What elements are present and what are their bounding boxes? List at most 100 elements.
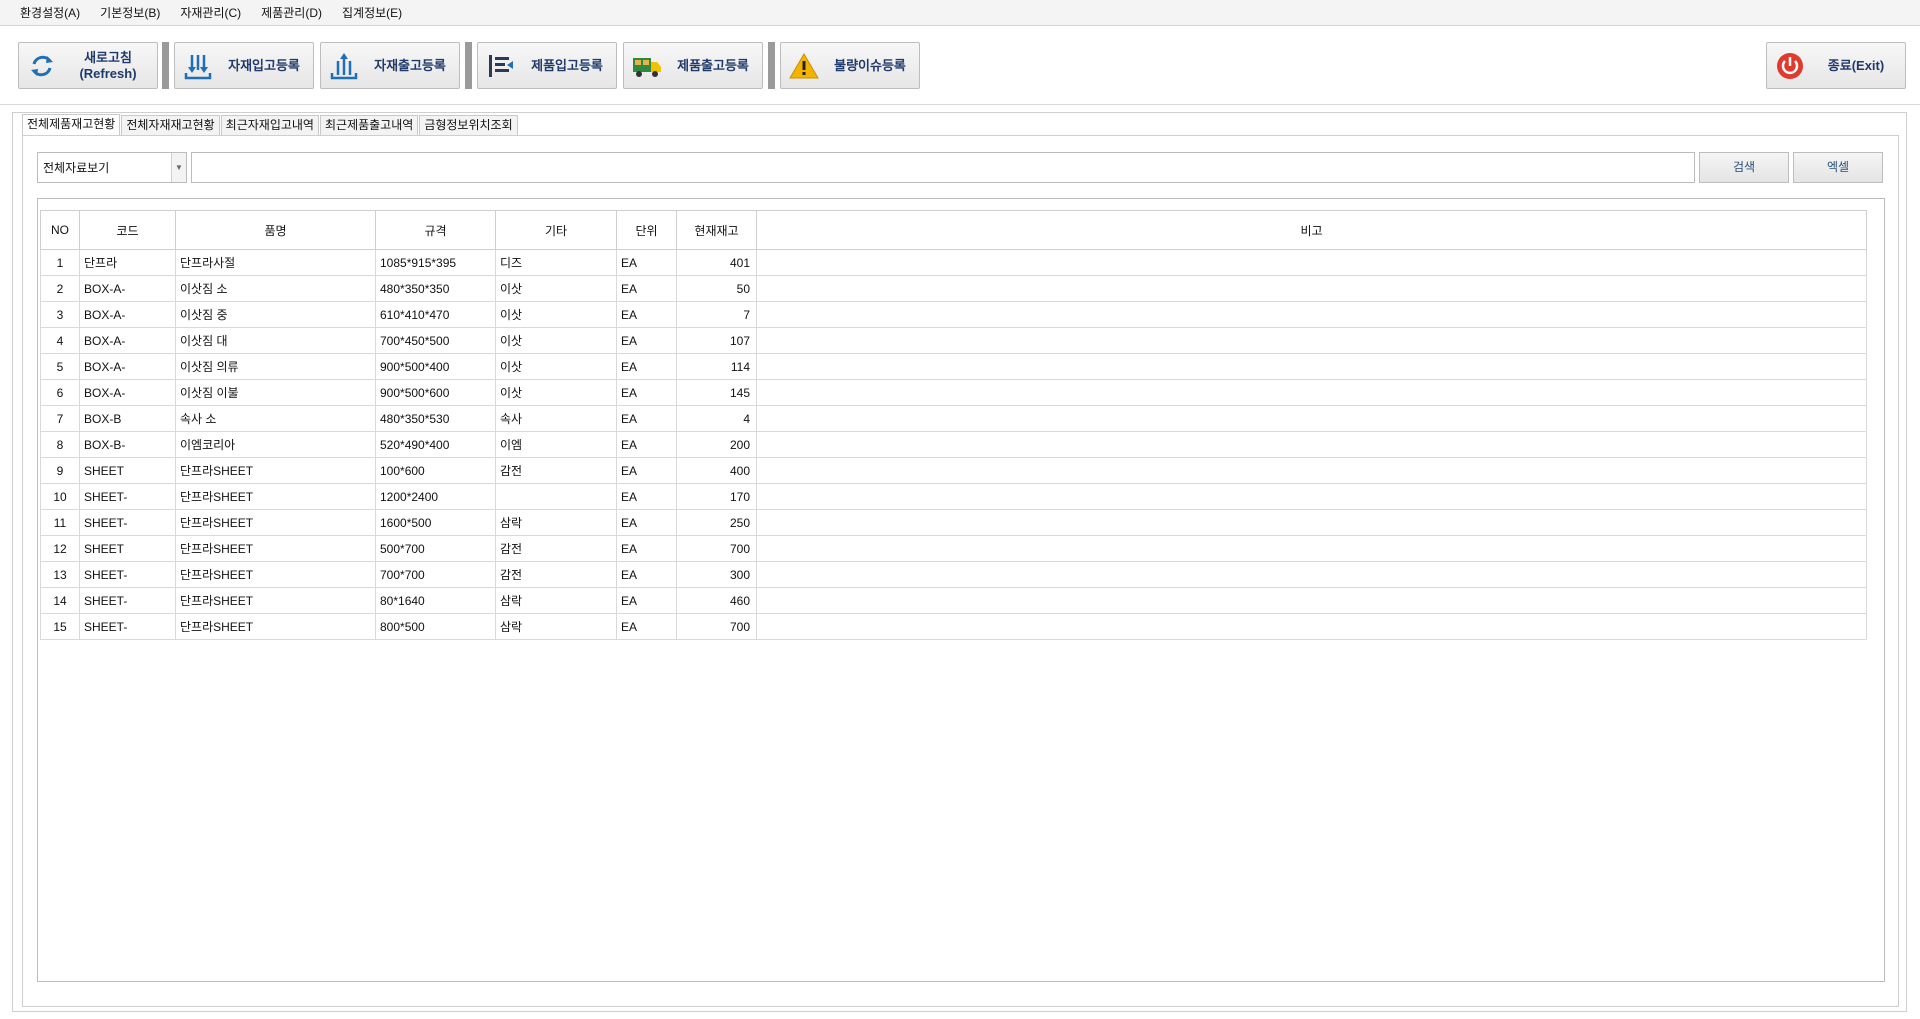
cell-name[interactable]: 단프라SHEET (175, 587, 376, 614)
cell-etc[interactable]: 디즈 (495, 249, 617, 276)
menu-statistics[interactable]: 집계정보(E) (332, 4, 412, 21)
table-row[interactable]: 15 SHEET- 단프라SHEET 800*500 삼락 EA 700 (40, 613, 1867, 640)
cell-unit[interactable]: EA (616, 561, 677, 588)
cell-note[interactable] (756, 483, 1867, 510)
cell-spec[interactable]: 1200*2400 (375, 483, 496, 510)
cell-note[interactable] (756, 509, 1867, 536)
tab-recent-product-out[interactable]: 최근제품출고내역 (319, 115, 419, 135)
table-row[interactable]: 4 BOX-A- 이삿짐 대 700*450*500 이삿 EA 107 (40, 327, 1867, 354)
cell-spec[interactable]: 900*500*600 (375, 379, 496, 406)
table-row[interactable]: 7 BOX-B 속사 소 480*350*530 속사 EA 4 (40, 405, 1867, 432)
cell-note[interactable] (756, 249, 1867, 276)
cell-name[interactable]: 이삿짐 소 (175, 275, 376, 302)
cell-name[interactable]: 이삿짐 중 (175, 301, 376, 328)
table-row[interactable]: 13 SHEET- 단프라SHEET 700*700 감전 EA 300 (40, 561, 1867, 588)
table-row[interactable]: 3 BOX-A- 이삿짐 중 610*410*470 이삿 EA 7 (40, 301, 1867, 328)
col-header-unit[interactable]: 단위 (616, 210, 677, 250)
product-in-button[interactable]: 제품입고등록 (477, 42, 617, 89)
cell-code[interactable]: BOX-B (79, 405, 176, 432)
filter-dropdown[interactable]: 전체자료보기 ▼ (37, 152, 187, 183)
cell-qty[interactable]: 460 (676, 587, 757, 614)
tab-recent-material-in[interactable]: 최근자재입고내역 (220, 115, 319, 135)
col-header-spec[interactable]: 규격 (375, 210, 496, 250)
defect-issue-button[interactable]: 불량이슈등록 (780, 42, 920, 89)
cell-no[interactable]: 5 (40, 353, 80, 380)
cell-note[interactable] (756, 275, 1867, 302)
cell-no[interactable]: 12 (40, 535, 80, 562)
cell-name[interactable]: 단프라SHEET (175, 561, 376, 588)
cell-name[interactable]: 이엠코리아 (175, 431, 376, 458)
cell-etc[interactable]: 이삿 (495, 275, 617, 302)
cell-qty[interactable]: 300 (676, 561, 757, 588)
cell-unit[interactable]: EA (616, 301, 677, 328)
table-row[interactable]: 11 SHEET- 단프라SHEET 1600*500 삼락 EA 250 (40, 509, 1867, 536)
refresh-button[interactable]: 새로고침 (Refresh) (18, 42, 158, 89)
cell-spec[interactable]: 520*490*400 (375, 431, 496, 458)
cell-code[interactable]: SHEET- (79, 587, 176, 614)
tab-mold-location[interactable]: 금형정보위치조회 (419, 115, 518, 135)
cell-no[interactable]: 7 (40, 405, 80, 432)
cell-spec[interactable]: 1085*915*395 (375, 249, 496, 276)
cell-name[interactable]: 이삿짐 이불 (175, 379, 376, 406)
cell-spec[interactable]: 500*700 (375, 535, 496, 562)
product-out-button[interactable]: 제품출고등록 (623, 42, 763, 89)
cell-qty[interactable]: 400 (676, 457, 757, 484)
cell-unit[interactable]: EA (616, 535, 677, 562)
cell-unit[interactable]: EA (616, 379, 677, 406)
search-button[interactable]: 검색 (1699, 152, 1789, 183)
cell-no[interactable]: 11 (40, 509, 80, 536)
cell-note[interactable] (756, 405, 1867, 432)
cell-spec[interactable]: 100*600 (375, 457, 496, 484)
cell-name[interactable]: 단프라사절 (175, 249, 376, 276)
table-row[interactable]: 6 BOX-A- 이삿짐 이불 900*500*600 이삿 EA 145 (40, 379, 1867, 406)
cell-unit[interactable]: EA (616, 587, 677, 614)
table-row[interactable]: 1 단프라 단프라사절 1085*915*395 디즈 EA 401 (40, 249, 1867, 276)
chevron-down-icon[interactable]: ▼ (171, 153, 186, 182)
cell-no[interactable]: 10 (40, 483, 80, 510)
cell-etc[interactable]: 이삿 (495, 301, 617, 328)
cell-unit[interactable]: EA (616, 327, 677, 354)
cell-unit[interactable]: EA (616, 483, 677, 510)
cell-spec[interactable]: 480*350*530 (375, 405, 496, 432)
cell-code[interactable]: BOX-A- (79, 379, 176, 406)
col-header-name[interactable]: 품명 (175, 210, 376, 250)
table-row[interactable]: 5 BOX-A- 이삿짐 의류 900*500*400 이삿 EA 114 (40, 353, 1867, 380)
col-header-qty[interactable]: 현재재고 (676, 210, 757, 250)
cell-name[interactable]: 속사 소 (175, 405, 376, 432)
menu-environment[interactable]: 환경설정(A) (10, 4, 90, 21)
material-out-button[interactable]: 자재출고등록 (320, 42, 460, 89)
cell-note[interactable] (756, 457, 1867, 484)
cell-spec[interactable]: 800*500 (375, 613, 496, 640)
menu-basic-info[interactable]: 기본정보(B) (90, 4, 170, 21)
material-in-button[interactable]: 자재입고등록 (174, 42, 314, 89)
cell-qty[interactable]: 4 (676, 405, 757, 432)
menu-material[interactable]: 자재관리(C) (170, 4, 251, 21)
cell-spec[interactable]: 700*450*500 (375, 327, 496, 354)
cell-spec[interactable]: 610*410*470 (375, 301, 496, 328)
cell-code[interactable]: SHEET (79, 535, 176, 562)
cell-etc[interactable]: 이삿 (495, 327, 617, 354)
cell-code[interactable]: SHEET- (79, 483, 176, 510)
cell-code[interactable]: SHEET- (79, 509, 176, 536)
cell-unit[interactable]: EA (616, 353, 677, 380)
cell-name[interactable]: 단프라SHEET (175, 613, 376, 640)
cell-unit[interactable]: EA (616, 405, 677, 432)
cell-no[interactable]: 6 (40, 379, 80, 406)
cell-qty[interactable]: 170 (676, 483, 757, 510)
cell-spec[interactable]: 1600*500 (375, 509, 496, 536)
cell-etc[interactable]: 감전 (495, 535, 617, 562)
cell-spec[interactable]: 80*1640 (375, 587, 496, 614)
cell-qty[interactable]: 107 (676, 327, 757, 354)
cell-code[interactable]: BOX-A- (79, 327, 176, 354)
cell-note[interactable] (756, 613, 1867, 640)
col-header-code[interactable]: 코드 (79, 210, 176, 250)
cell-name[interactable]: 단프라SHEET (175, 509, 376, 536)
cell-qty[interactable]: 250 (676, 509, 757, 536)
col-header-note[interactable]: 비고 (756, 210, 1867, 250)
cell-etc[interactable]: 이삿 (495, 353, 617, 380)
cell-unit[interactable]: EA (616, 431, 677, 458)
cell-code[interactable]: SHEET- (79, 613, 176, 640)
table-row[interactable]: 8 BOX-B- 이엠코리아 520*490*400 이엠 EA 200 (40, 431, 1867, 458)
cell-etc[interactable]: 속사 (495, 405, 617, 432)
cell-note[interactable] (756, 587, 1867, 614)
